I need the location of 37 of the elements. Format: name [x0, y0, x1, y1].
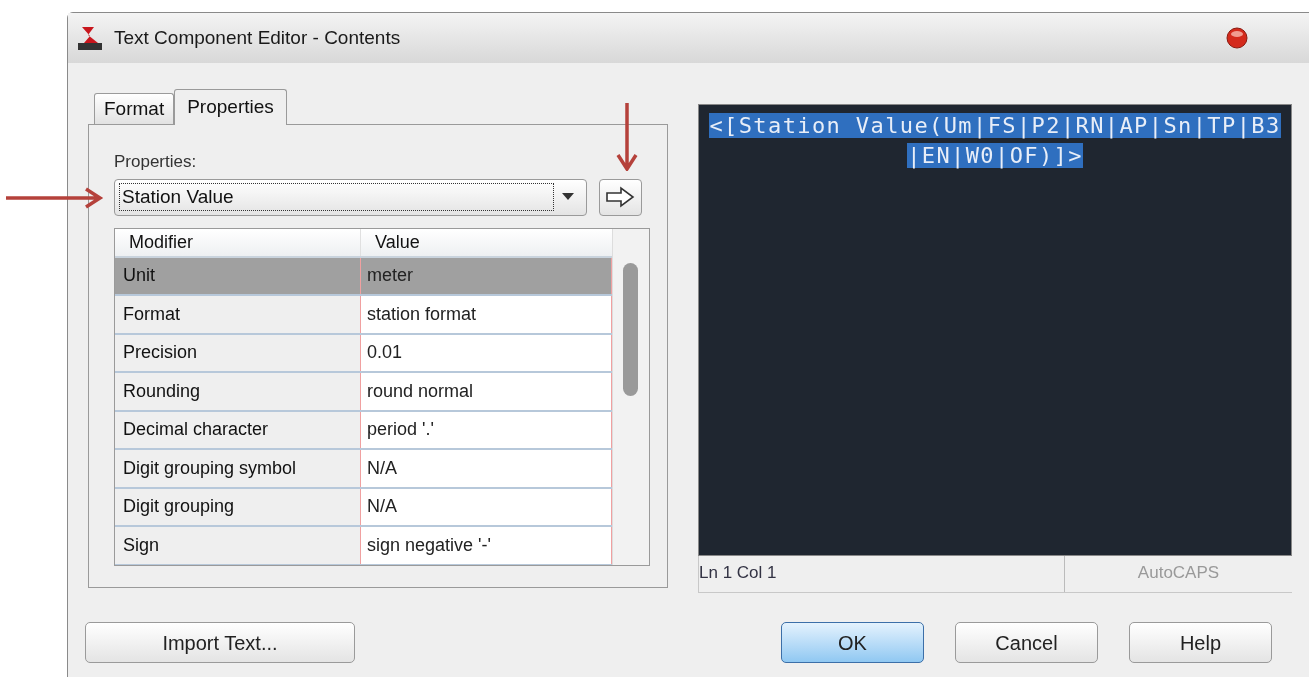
window-title: Text Component Editor - Contents — [114, 25, 401, 50]
insert-button[interactable] — [598, 178, 642, 216]
table-row[interactable]: Format station format — [115, 296, 612, 335]
table-cell: Decimal character — [115, 411, 361, 448]
table-row[interactable]: Digit grouping N/A — [115, 488, 612, 527]
table-row[interactable]: Rounding round normal — [115, 373, 612, 412]
tab[interactable]: Properties — [174, 89, 287, 125]
table-cell: Digit grouping — [115, 488, 361, 525]
table-row[interactable]: Unit meter — [115, 257, 612, 296]
table-cell: Digit grouping symbol — [115, 450, 361, 487]
dialog-button[interactable]: Help — [1129, 622, 1272, 663]
text-editor[interactable]: <[Station Value(Um|FS|P2|RN|AP|Sn|TP|B3|EN|W0|OF)]> — [698, 104, 1292, 556]
table-cell: Precision — [115, 334, 361, 371]
dialog-button[interactable]: Import Text... — [85, 622, 355, 663]
property-dropdown[interactable]: Station Value — [114, 178, 587, 216]
table-cell: Format — [115, 296, 361, 333]
tab[interactable]: Format — [94, 93, 175, 124]
field-label: Properties: — [114, 151, 198, 173]
table-row[interactable]: Digit grouping symbol N/A — [115, 450, 612, 489]
editor-text: <[Station Value(Um|FS|P2|RN|AP|Sn|TP|B3|EN|W0|OF)]> — [708, 112, 1282, 171]
dialog-button[interactable]: OK — [781, 622, 924, 663]
dropdown-caret-icon — [561, 193, 574, 201]
table-cell: Unit — [115, 257, 361, 294]
close-icon[interactable] — [1226, 27, 1248, 49]
table-row[interactable]: Decimal character period '.' — [115, 411, 612, 450]
table-row[interactable]: Precision 0.01 — [115, 334, 612, 373]
cursor-position: Ln 1 Col 1 — [699, 556, 1065, 592]
right-arrow-icon — [605, 186, 636, 208]
table-row[interactable]: Sign sign negative '-' — [115, 527, 612, 565]
dialog-button[interactable]: Cancel — [955, 622, 1098, 663]
table-cell: Rounding — [115, 373, 361, 410]
table-cell: Sign — [115, 527, 361, 564]
annotation-arrow — [616, 103, 638, 171]
dropdown-value: Station Value — [119, 183, 554, 211]
column-header[interactable]: Modifier — [115, 228, 361, 256]
column-header[interactable]: Value — [361, 228, 612, 256]
scrollbar-thumb[interactable] — [623, 262, 638, 396]
